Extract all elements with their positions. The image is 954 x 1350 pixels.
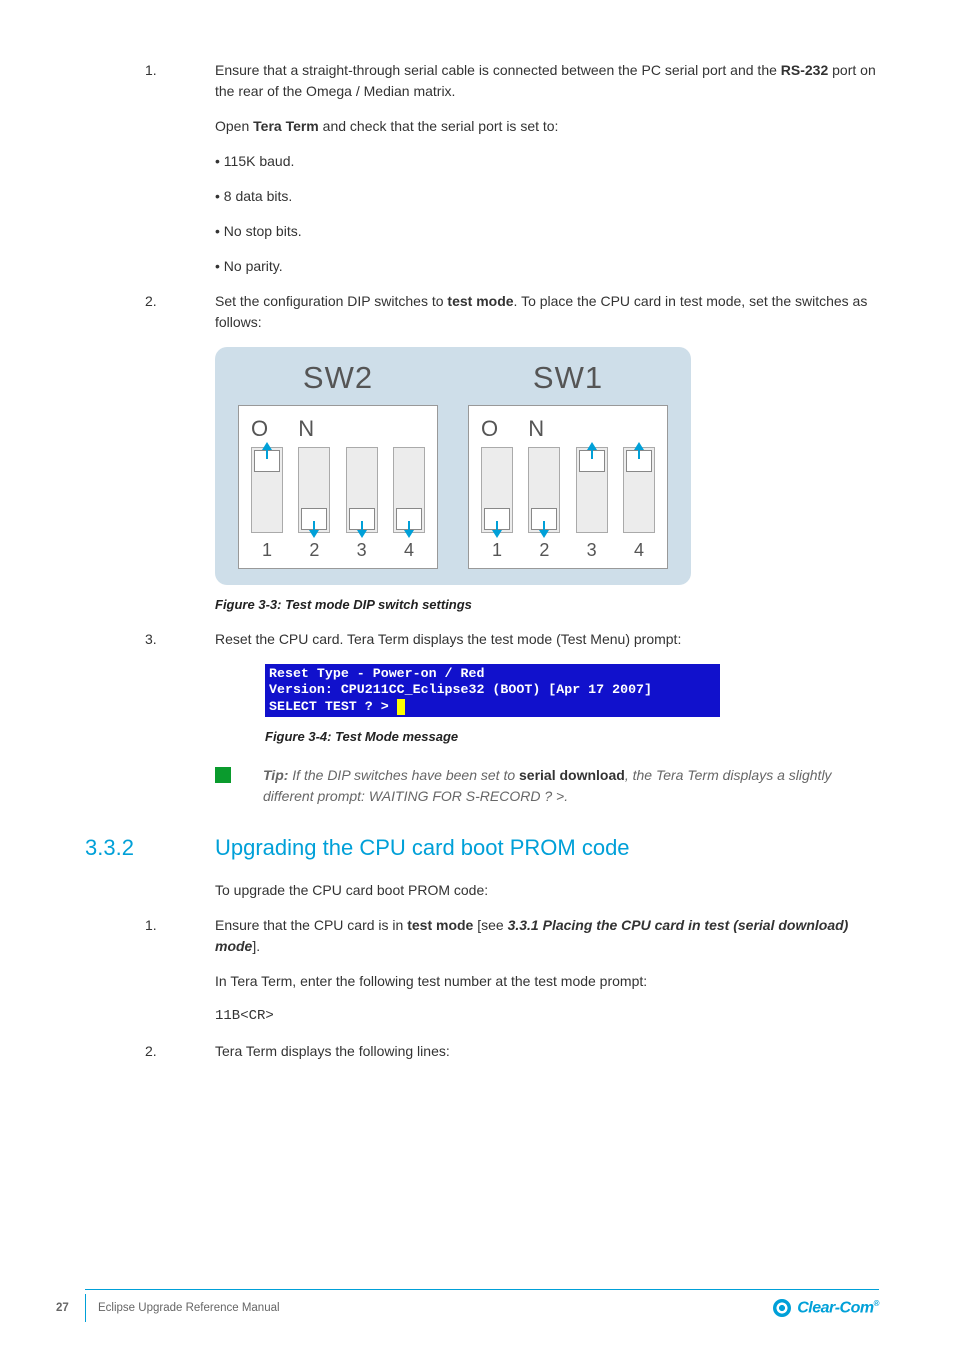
brand-logo: Clear-Com® [773, 1299, 879, 1317]
switch-number: 2 [539, 537, 549, 564]
text: Ensure that a straight-through serial ca… [215, 62, 781, 78]
tip-block: Tip: If the DIP switches have been set t… [215, 765, 879, 807]
page-number: 27 [56, 1302, 69, 1314]
dip-switch: 1 [247, 447, 287, 566]
step-number: 1. [145, 60, 215, 137]
cursor-icon [397, 699, 405, 716]
page-footer: 27 Eclipse Upgrade Reference Manual Clea… [85, 1289, 879, 1322]
terminal-line: SELECT TEST ? > [269, 699, 397, 714]
on-label: O N [477, 412, 659, 445]
step-number: 2. [145, 291, 215, 333]
text-bold: Tera Term [253, 118, 319, 134]
step-number: 2. [145, 1041, 215, 1062]
sw2-label: SW2 [303, 355, 373, 402]
bullet: • No stop bits. [215, 221, 879, 242]
text-bold: test mode [407, 917, 473, 933]
dip-switch-diagram: SW2 O N 1 2 3 4 SW1 O N 1 2 3 4 [215, 347, 691, 585]
text: [see [473, 917, 507, 933]
tip-label: Tip: [263, 767, 288, 783]
text: Open [215, 118, 253, 134]
figure-caption: Figure 3-3: Test mode DIP switch setting… [215, 595, 879, 615]
dip-switch: 1 [477, 447, 517, 566]
section-heading: 3.3.2 Upgrading the CPU card boot PROM c… [85, 831, 879, 864]
text-bold: RS-232 [781, 62, 828, 78]
step-body: Reset the CPU card. Tera Term displays t… [215, 629, 879, 650]
heading-title: Upgrading the CPU card boot PROM code [215, 831, 630, 864]
tip-icon [215, 767, 231, 783]
text-bold: serial download [519, 767, 625, 783]
terminal-line: Version: CPU211CC_Eclipse32 (BOOT) [Apr … [269, 682, 652, 697]
figure-caption: Figure 3-4: Test Mode message [265, 727, 879, 747]
text: In Tera Term, enter the following test n… [215, 971, 879, 992]
switch-number: 3 [357, 537, 367, 564]
text: Ensure that the CPU card is in [215, 917, 407, 933]
step-body: Tera Term displays the following lines: [215, 1041, 879, 1062]
switch-number: 4 [404, 537, 414, 564]
dip-switch: 4 [619, 447, 659, 566]
terminal-line: Reset Type - Power-on / Red [269, 666, 484, 681]
text: ]. [252, 938, 260, 954]
code-text: 11B<CR> [215, 1006, 879, 1027]
on-label: O N [247, 412, 429, 445]
terminal-output: Reset Type - Power-on / Red Version: CPU… [265, 664, 720, 718]
dip-switch: 4 [389, 447, 429, 566]
step-body: Ensure that a straight-through serial ca… [215, 60, 879, 137]
switch-number: 2 [309, 537, 319, 564]
logo-icon [773, 1299, 791, 1317]
text: Set the configuration DIP switches to [215, 293, 447, 309]
step-body: Ensure that the CPU card is in test mode… [215, 915, 879, 1027]
dip-switch: 3 [572, 447, 612, 566]
switch-number: 3 [587, 537, 597, 564]
switch-number: 4 [634, 537, 644, 564]
brand-name: Clear-Com [797, 1299, 873, 1316]
sw1-label: SW1 [533, 355, 603, 402]
dip-switch: 3 [342, 447, 382, 566]
document-title: Eclipse Upgrade Reference Manual [98, 1302, 280, 1314]
text-bold: test mode [447, 293, 513, 309]
sw1-box: O N 1 2 3 4 [468, 405, 668, 569]
bullet: • 8 data bits. [215, 186, 879, 207]
bullet: • 115K baud. [215, 151, 879, 172]
bullet: • No parity. [215, 256, 879, 277]
sw2-box: O N 1 2 3 4 [238, 405, 438, 569]
dip-switch: 2 [524, 447, 564, 566]
heading-number: 3.3.2 [85, 831, 215, 864]
step-number: 1. [145, 915, 215, 1027]
switch-number: 1 [492, 537, 502, 564]
step-number: 3. [145, 629, 215, 650]
paragraph: To upgrade the CPU card boot PROM code: [215, 880, 879, 901]
text: and check that the serial port is set to… [319, 118, 559, 134]
switch-number: 1 [262, 537, 272, 564]
step-body: Set the configuration DIP switches to te… [215, 291, 879, 333]
tip-text: If the DIP switches have been set to [288, 767, 519, 783]
dip-switch: 2 [294, 447, 334, 566]
